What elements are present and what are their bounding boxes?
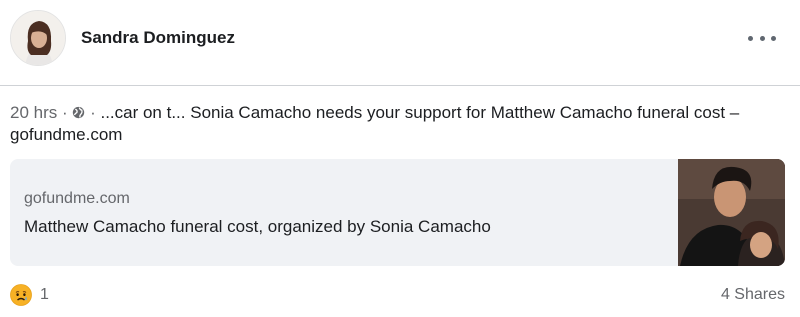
link-preview-card[interactable]: gofundme.com Matthew Camacho funeral cos…: [10, 159, 785, 266]
meta-separator: ·: [85, 103, 101, 122]
dot: [771, 35, 776, 41]
reaction-count[interactable]: 1: [40, 286, 49, 304]
author-avatar[interactable]: [10, 10, 66, 66]
post-text: ...car on t... Sonia Camacho needs your …: [10, 103, 740, 144]
more-options-icon[interactable]: [748, 28, 776, 48]
post-body: 20 hrs · · ...car on t... Sonia Camacho …: [10, 102, 770, 146]
post-footer: 1 4 Shares: [0, 280, 800, 310]
avatar-photo: [11, 11, 65, 65]
dot: [748, 35, 753, 41]
globe-icon[interactable]: [72, 106, 85, 119]
link-title: Matthew Camacho funeral cost, organized …: [24, 217, 491, 236]
post-header: Sandra Dominguez: [0, 0, 800, 86]
link-domain: gofundme.com: [24, 190, 130, 207]
meta-separator: ·: [57, 103, 73, 122]
thumbnail-photo: [678, 159, 785, 266]
link-thumbnail: [678, 159, 785, 266]
shares-count[interactable]: 4 Shares: [721, 286, 785, 304]
post-timestamp[interactable]: 20 hrs: [10, 103, 57, 122]
dot: [759, 35, 765, 41]
author-name[interactable]: Sandra Dominguez: [81, 28, 235, 48]
sad-face-icon[interactable]: [10, 284, 32, 306]
